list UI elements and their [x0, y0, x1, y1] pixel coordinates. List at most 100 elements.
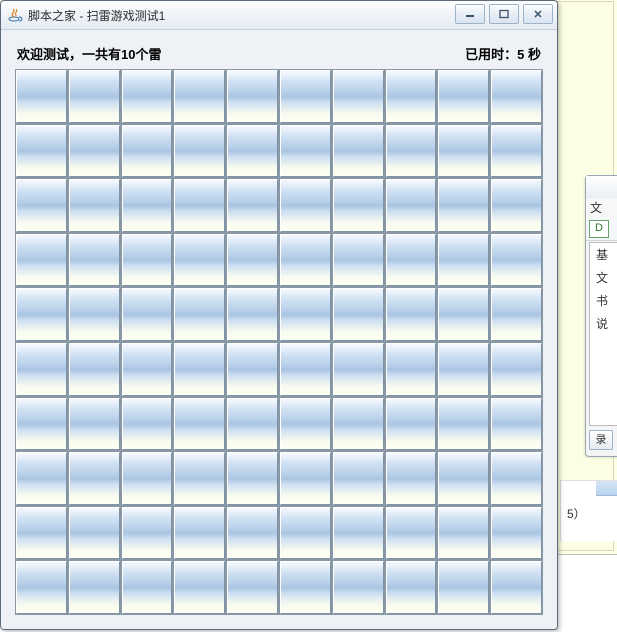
mine-cell[interactable]: [491, 398, 542, 451]
mine-cell[interactable]: [491, 452, 542, 505]
mine-cell[interactable]: [122, 398, 173, 451]
secondary-window-menu[interactable]: 文: [586, 198, 617, 219]
mine-cell[interactable]: [122, 234, 173, 287]
close-button[interactable]: [523, 4, 553, 24]
mine-cell[interactable]: [69, 288, 120, 341]
mine-cell[interactable]: [386, 288, 437, 341]
mine-cell[interactable]: [227, 288, 278, 341]
mine-cell[interactable]: [16, 343, 67, 396]
mine-cell[interactable]: [174, 125, 225, 178]
mine-cell[interactable]: [386, 234, 437, 287]
mine-cell[interactable]: [174, 343, 225, 396]
maximize-button[interactable]: [489, 4, 519, 24]
mine-cell[interactable]: [16, 125, 67, 178]
mine-cell[interactable]: [386, 507, 437, 560]
mine-cell[interactable]: [174, 452, 225, 505]
mine-cell[interactable]: [69, 179, 120, 232]
mine-cell[interactable]: [122, 561, 173, 614]
mine-cell[interactable]: [438, 343, 489, 396]
mine-cell[interactable]: [280, 288, 331, 341]
mine-cell[interactable]: [69, 507, 120, 560]
mine-cell[interactable]: [122, 288, 173, 341]
mine-cell[interactable]: [16, 507, 67, 560]
mine-cell[interactable]: [438, 288, 489, 341]
mine-cell[interactable]: [333, 288, 384, 341]
mine-cell[interactable]: [491, 70, 542, 123]
mine-cell[interactable]: [386, 125, 437, 178]
window-titlebar[interactable]: 脚本之家 - 扫雷游戏测试1: [1, 1, 557, 30]
mine-cell[interactable]: [122, 70, 173, 123]
mine-cell[interactable]: [438, 125, 489, 178]
mine-cell[interactable]: [386, 452, 437, 505]
mine-cell[interactable]: [491, 125, 542, 178]
mine-cell[interactable]: [227, 179, 278, 232]
mine-cell[interactable]: [386, 179, 437, 232]
mine-cell[interactable]: [174, 507, 225, 560]
mine-cell[interactable]: [491, 561, 542, 614]
mine-cell[interactable]: [438, 561, 489, 614]
mine-cell[interactable]: [69, 398, 120, 451]
mine-cell[interactable]: [174, 234, 225, 287]
mine-cell[interactable]: [69, 234, 120, 287]
mine-cell[interactable]: [227, 343, 278, 396]
mine-cell[interactable]: [227, 507, 278, 560]
mine-cell[interactable]: [438, 507, 489, 560]
mine-cell[interactable]: [491, 234, 542, 287]
mine-cell[interactable]: [227, 234, 278, 287]
mine-cell[interactable]: [16, 70, 67, 123]
mine-cell[interactable]: [333, 125, 384, 178]
mine-cell[interactable]: [491, 179, 542, 232]
secondary-bottom-tab[interactable]: 录: [589, 430, 613, 450]
mine-cell[interactable]: [174, 179, 225, 232]
mine-cell[interactable]: [438, 234, 489, 287]
mine-cell[interactable]: [333, 452, 384, 505]
mine-cell[interactable]: [122, 343, 173, 396]
mine-cell[interactable]: [491, 288, 542, 341]
mine-cell[interactable]: [16, 234, 67, 287]
mine-cell[interactable]: [69, 452, 120, 505]
mine-cell[interactable]: [491, 507, 542, 560]
mine-cell[interactable]: [16, 288, 67, 341]
minimize-button[interactable]: [455, 4, 485, 24]
mine-cell[interactable]: [174, 70, 225, 123]
mine-cell[interactable]: [69, 125, 120, 178]
mine-cell[interactable]: [333, 234, 384, 287]
mine-cell[interactable]: [16, 179, 67, 232]
mine-cell[interactable]: [227, 398, 278, 451]
mine-cell[interactable]: [16, 398, 67, 451]
mine-cell[interactable]: [280, 398, 331, 451]
mine-cell[interactable]: [174, 561, 225, 614]
mine-cell[interactable]: [438, 70, 489, 123]
mine-cell[interactable]: [386, 343, 437, 396]
mine-cell[interactable]: [333, 398, 384, 451]
mine-cell[interactable]: [386, 561, 437, 614]
mine-cell[interactable]: [438, 179, 489, 232]
mine-cell[interactable]: [333, 561, 384, 614]
mine-cell[interactable]: [122, 452, 173, 505]
mine-cell[interactable]: [333, 70, 384, 123]
mine-cell[interactable]: [438, 452, 489, 505]
mine-cell[interactable]: [16, 452, 67, 505]
mine-cell[interactable]: [122, 179, 173, 232]
mine-cell[interactable]: [69, 70, 120, 123]
mine-cell[interactable]: [280, 70, 331, 123]
mine-cell[interactable]: [333, 343, 384, 396]
mine-cell[interactable]: [438, 398, 489, 451]
mine-cell[interactable]: [280, 234, 331, 287]
mine-cell[interactable]: [280, 179, 331, 232]
mine-cell[interactable]: [122, 125, 173, 178]
mine-cell[interactable]: [491, 343, 542, 396]
mine-cell[interactable]: [333, 507, 384, 560]
mine-cell[interactable]: [280, 507, 331, 560]
mine-cell[interactable]: [227, 125, 278, 178]
mine-cell[interactable]: [227, 561, 278, 614]
mine-cell[interactable]: [386, 398, 437, 451]
mine-cell[interactable]: [280, 125, 331, 178]
mine-cell[interactable]: [174, 398, 225, 451]
mine-cell[interactable]: [69, 561, 120, 614]
mine-cell[interactable]: [280, 343, 331, 396]
mine-cell[interactable]: [333, 179, 384, 232]
secondary-toolbar-button[interactable]: D: [589, 220, 609, 238]
mine-cell[interactable]: [280, 452, 331, 505]
mine-cell[interactable]: [386, 70, 437, 123]
